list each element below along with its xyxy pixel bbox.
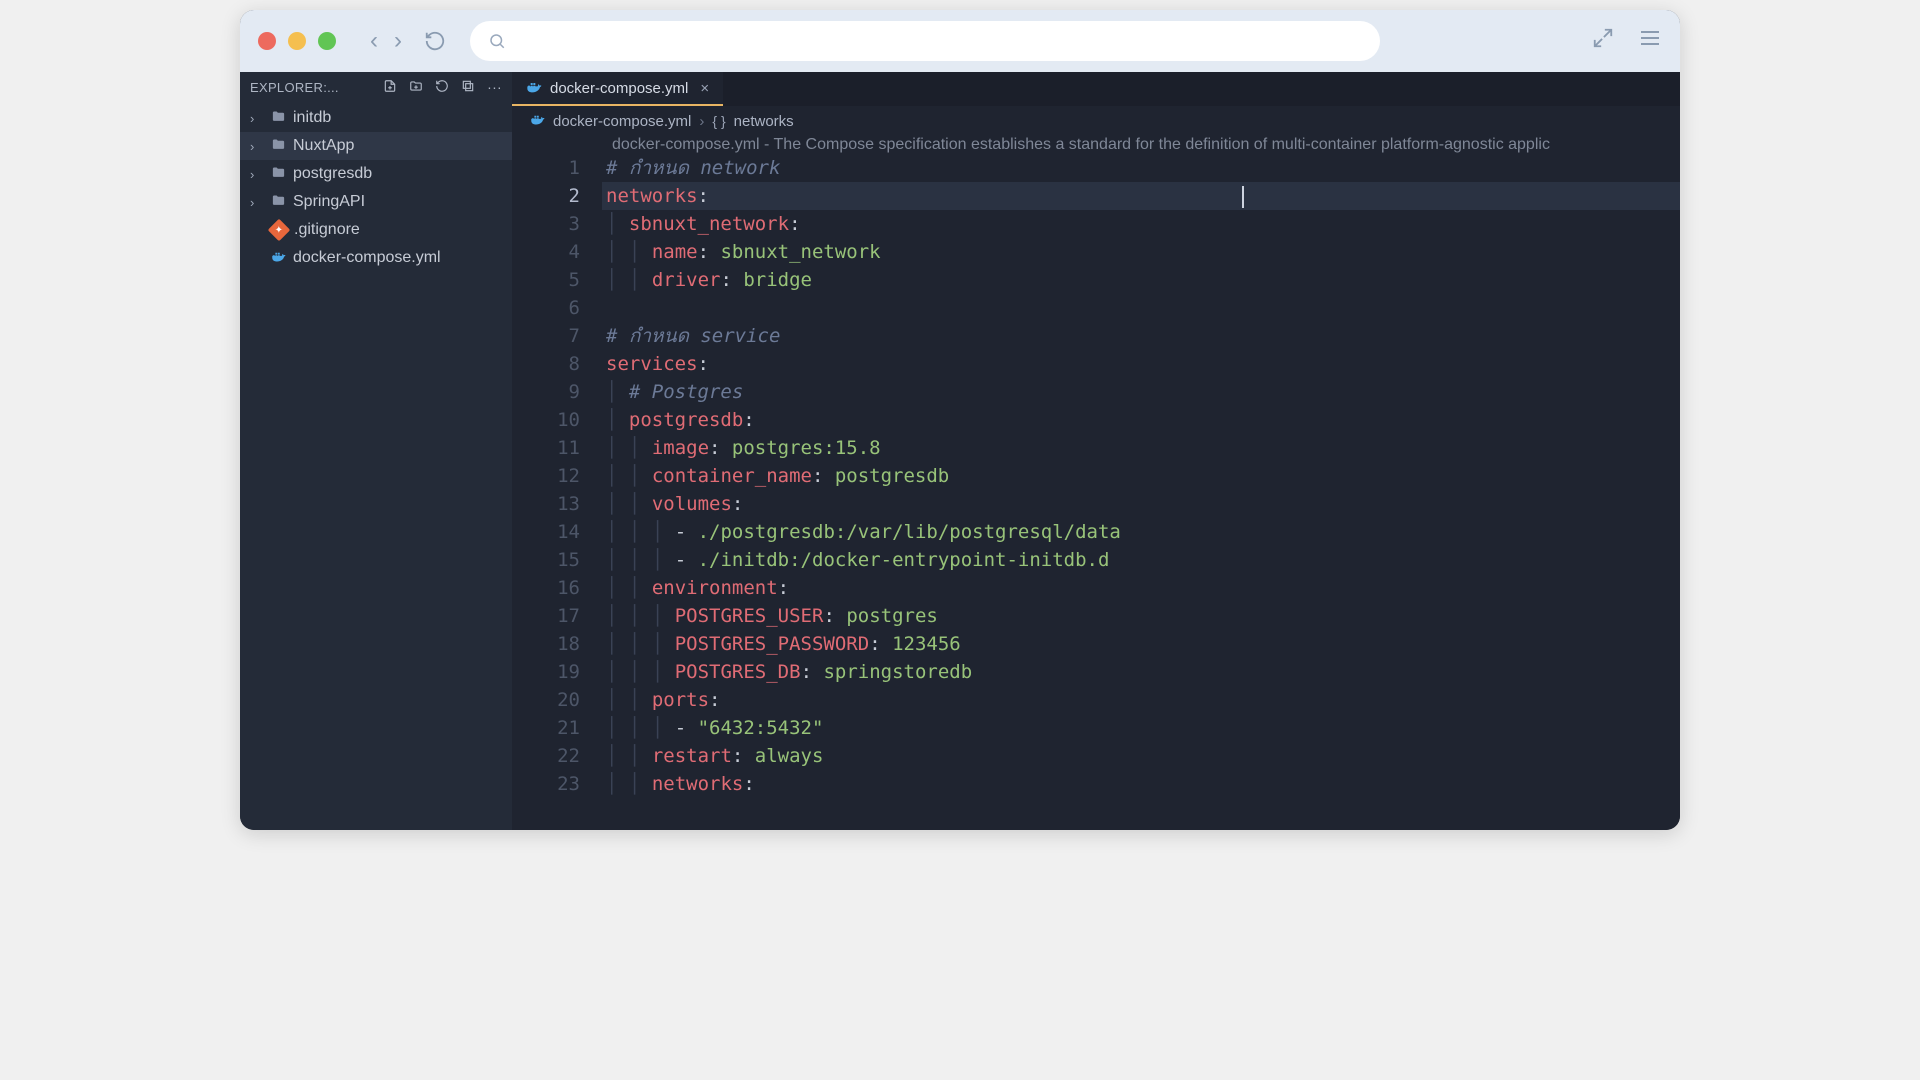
tab-docker-compose[interactable]: docker-compose.yml × xyxy=(512,72,723,106)
line-gutter: 1234567891011121314151617181920212223 xyxy=(512,154,602,830)
tree-item-initdb[interactable]: › initdb xyxy=(240,104,512,132)
breadcrumb[interactable]: docker-compose.yml › { } networks xyxy=(512,106,1680,136)
tree-item-SpringAPI[interactable]: › SpringAPI xyxy=(240,188,512,216)
titlebar-right xyxy=(1592,26,1662,56)
tree-item-gitignore[interactable]: ✦.gitignore xyxy=(240,216,512,244)
braces-icon: { } xyxy=(712,113,725,129)
nav-arrows: ‹ › xyxy=(370,27,402,55)
chevron-right-icon: › xyxy=(699,113,704,130)
text-cursor xyxy=(1242,186,1244,208)
back-icon[interactable]: ‹ xyxy=(370,27,378,55)
tree-item-label: postgresdb xyxy=(293,165,372,183)
chevron-right-icon: › xyxy=(250,111,264,126)
maximize-window-button[interactable] xyxy=(318,32,336,50)
schema-hint: docker-compose.yml - The Compose specifi… xyxy=(512,136,1680,154)
docker-icon xyxy=(271,249,286,267)
search-icon xyxy=(488,32,506,50)
crumb-symbol: networks xyxy=(734,113,794,130)
app-body: EXPLORER:... ··· › initdb › NuxtApp › postgre… xyxy=(240,72,1680,830)
chevron-right-icon: › xyxy=(250,195,264,210)
docker-icon xyxy=(526,79,542,98)
folder-icon xyxy=(271,165,286,183)
tree-item-label: SpringAPI xyxy=(293,193,365,211)
tree-item-label: .gitignore xyxy=(294,221,360,239)
search-input[interactable] xyxy=(470,21,1380,61)
explorer-title: EXPLORER:... xyxy=(250,80,383,95)
window-controls xyxy=(258,32,336,50)
tree-item-label: NuxtApp xyxy=(293,137,354,155)
explorer-sidebar: EXPLORER:... ··· › initdb › NuxtApp › postgre… xyxy=(240,72,512,830)
new-folder-icon[interactable] xyxy=(409,79,423,96)
git-icon: ✦ xyxy=(268,219,291,242)
new-file-icon[interactable] xyxy=(383,79,397,96)
folder-icon xyxy=(271,137,286,155)
tree-item-docker-composeyml[interactable]: docker-compose.yml xyxy=(240,244,512,272)
crumb-file: docker-compose.yml xyxy=(553,113,691,130)
refresh-icon[interactable] xyxy=(435,79,449,96)
hamburger-icon[interactable] xyxy=(1638,26,1662,56)
folder-icon xyxy=(271,109,286,127)
close-window-button[interactable] xyxy=(258,32,276,50)
forward-icon[interactable]: › xyxy=(394,27,402,55)
collapse-icon[interactable] xyxy=(461,79,475,96)
tree-item-label: docker-compose.yml xyxy=(293,249,441,267)
tree-item-postgresdb[interactable]: › postgresdb xyxy=(240,160,512,188)
file-tree: ›initdb›NuxtApp›postgresdb›SpringAPI✦.gi… xyxy=(240,102,512,272)
tree-item-NuxtApp[interactable]: › NuxtApp xyxy=(240,132,512,160)
code-lines: # กำหนด networknetworks:│ sbnuxt_network… xyxy=(602,154,1680,830)
close-icon[interactable]: × xyxy=(700,80,709,97)
editor-pane: docker-compose.yml × docker-compose.yml … xyxy=(512,72,1680,830)
more-icon[interactable]: ··· xyxy=(487,79,502,96)
folder-icon xyxy=(271,193,286,211)
code-editor[interactable]: 1234567891011121314151617181920212223 # … xyxy=(512,154,1680,830)
titlebar: ‹ › xyxy=(240,10,1680,72)
docker-icon xyxy=(530,112,545,130)
chevron-right-icon: › xyxy=(250,167,264,182)
chevron-right-icon: › xyxy=(250,139,264,154)
tree-item-label: initdb xyxy=(293,109,331,127)
tab-label: docker-compose.yml xyxy=(550,80,688,97)
app-window: ‹ › EXPLORER:... xyxy=(240,10,1680,830)
minimize-window-button[interactable] xyxy=(288,32,306,50)
reload-icon[interactable] xyxy=(424,30,446,52)
explorer-actions: ··· xyxy=(383,79,502,96)
expand-icon[interactable] xyxy=(1592,27,1614,55)
explorer-header: EXPLORER:... ··· xyxy=(240,72,512,102)
tab-bar: docker-compose.yml × xyxy=(512,72,1680,106)
